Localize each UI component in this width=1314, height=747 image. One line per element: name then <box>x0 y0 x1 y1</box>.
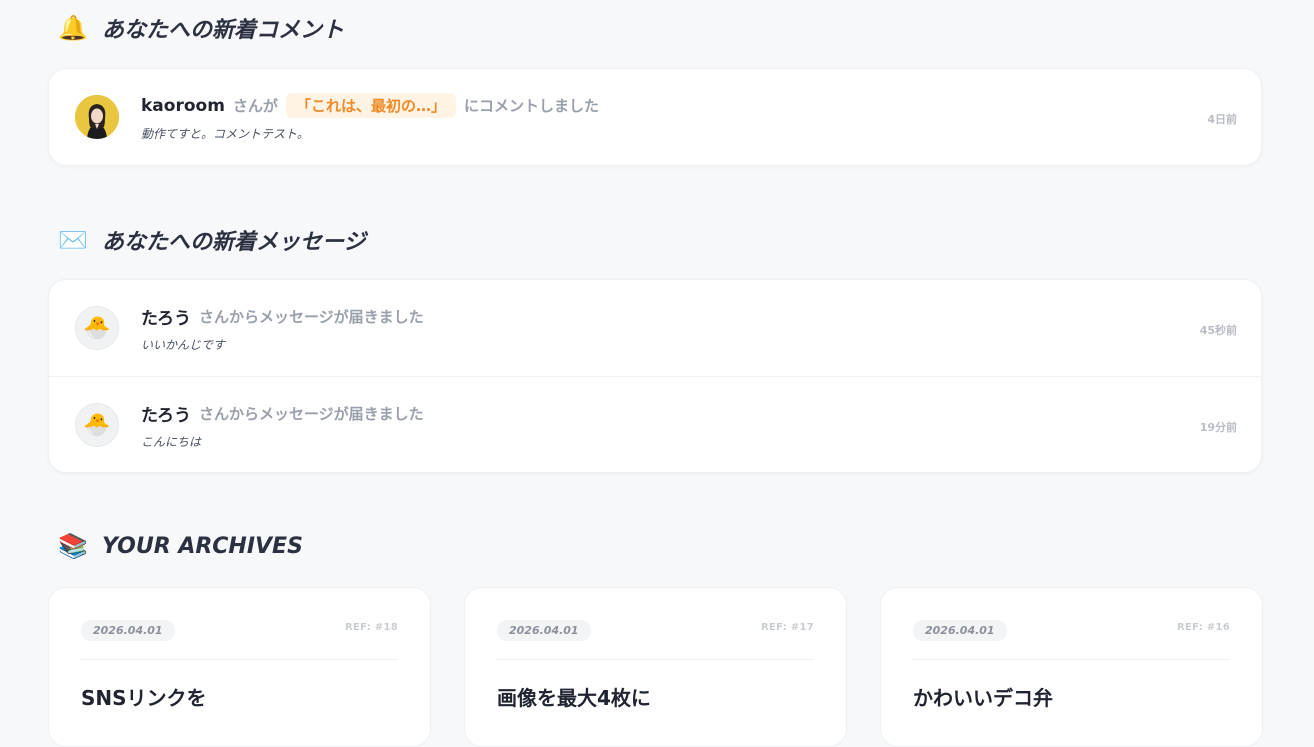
comment-body: 動作てすと。コメントテスト。 <box>141 127 309 141</box>
archive-card[interactable]: 2026.04.01 REF: #17 画像を最大4枚に <box>464 587 847 747</box>
archive-card[interactable]: 2026.04.01 REF: #18 SNSリンクを <box>48 587 431 747</box>
comments-card: kaoroom さんが 「これは、最初の…」 にコメントしました 動作てすと。コ… <box>48 68 1262 166</box>
messages-title-text: あなたへの新着メッセージ <box>102 230 366 255</box>
archives-section-title: 📚 YOUR ARCHIVES <box>58 532 303 560</box>
archive-ref: REF: #17 <box>761 622 814 633</box>
chick-avatar-icon[interactable]: 🐣 <box>75 403 119 447</box>
message-body: こんにちは <box>141 435 202 449</box>
message-body: いいかんじです <box>141 338 226 352</box>
archive-title[interactable]: SNSリンクを <box>81 682 207 711</box>
archive-ref: REF: #16 <box>1177 622 1230 633</box>
comment-connector: さんが <box>232 97 278 115</box>
messages-section-title: ✉️ あなたへの新着メッセージ <box>58 224 366 256</box>
books-icon: 📚 <box>58 532 88 560</box>
message-username[interactable]: たろう <box>141 304 191 329</box>
avatar[interactable] <box>75 95 119 139</box>
bell-icon: 🔔 <box>58 14 88 42</box>
archive-divider <box>81 659 398 660</box>
comment-action-text: にコメントしました <box>463 97 599 115</box>
archive-divider <box>497 659 814 660</box>
archives-title-text: YOUR ARCHIVES <box>102 533 303 559</box>
chick-avatar-icon[interactable]: 🐣 <box>75 306 119 350</box>
archive-divider <box>913 659 1230 660</box>
message-username[interactable]: たろう <box>141 401 191 426</box>
comment-time: 4日前 <box>1207 113 1237 126</box>
envelope-icon: ✉️ <box>58 226 88 254</box>
archive-date: 2026.04.01 <box>497 620 591 641</box>
messages-card: 🐣 たろう さんからメッセージが届きました いいかんじです 45秒前 🐣 たろう… <box>48 279 1262 473</box>
archive-card[interactable]: 2026.04.01 REF: #16 かわいいデコ弁 <box>880 587 1263 747</box>
comment-post-title-chip[interactable]: 「これは、最初の…」 <box>285 93 456 118</box>
archive-ref: REF: #18 <box>345 622 398 633</box>
archive-title[interactable]: 画像を最大4枚に <box>497 682 651 711</box>
archive-title[interactable]: かわいいデコ弁 <box>913 682 1053 711</box>
message-row[interactable]: 🐣 たろう さんからメッセージが届きました いいかんじです 45秒前 <box>49 280 1261 376</box>
message-time: 19分前 <box>1199 421 1237 434</box>
comment-row[interactable]: kaoroom さんが 「これは、最初の…」 にコメントしました 動作てすと。コ… <box>49 69 1261 165</box>
comment-username[interactable]: kaoroom <box>141 96 225 116</box>
message-action-text: さんからメッセージが届きました <box>198 308 424 326</box>
message-row[interactable]: 🐣 たろう さんからメッセージが届きました こんにちは 19分前 <box>49 376 1261 472</box>
message-time: 45秒前 <box>1199 324 1237 337</box>
archive-date: 2026.04.01 <box>913 620 1007 641</box>
message-action-text: さんからメッセージが届きました <box>198 405 424 423</box>
archive-date: 2026.04.01 <box>81 620 175 641</box>
comments-title-text: あなたへの新着コメント <box>102 18 345 43</box>
comments-section-title: 🔔 あなたへの新着コメント <box>58 12 344 44</box>
